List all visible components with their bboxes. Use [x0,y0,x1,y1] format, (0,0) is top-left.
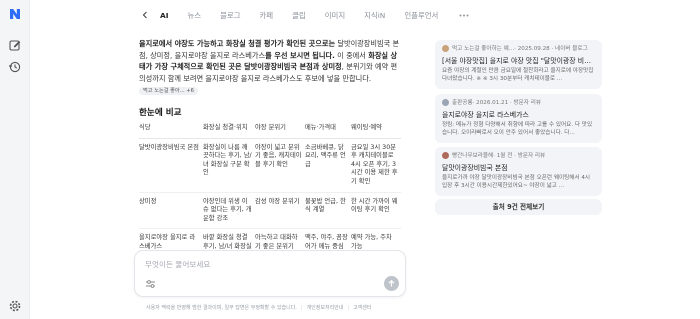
table-cell: 야장인데 위생 이슈 없다는 후기, 개운함 강조 [203,192,255,230]
source-author: 출판공룡 [452,100,473,106]
tab-image[interactable]: 이미지 [325,10,345,21]
options-sliders-icon[interactable] [145,279,156,289]
privacy-link[interactable]: 개인정보처리안내 [307,305,344,311]
source-meta: 빵간나무보라블해 · 1월 전 · 방문자 리뷰 [442,151,595,159]
table-cell: 한 시간 가까이 웨이팅 후기 확인 [351,192,401,230]
view-all-sources-button[interactable]: 출처 9건 전체보기 [435,199,602,215]
divider: | [300,305,303,311]
table-cell: 불꽃밥 언급, 한식 계열 [305,192,351,230]
source-meta: 먹고 노는걸 좋아하는 예... · 2025.09.28 · 네이버 블로그 [442,44,595,52]
source-title[interactable]: 을지로야장 을지로 라스베가스 [442,109,595,119]
question-composer[interactable]: 무엇이든 물어보세요 [134,250,406,297]
table-row: 달밧이광장비빔국 본점 화장실이 나름 깨끗하다는 후기, 남/녀 화장실 구분… [139,138,401,193]
source-author: 먹고 노는걸 좋아하는 예... [452,46,515,52]
column-header: 웨이팅·예약 [351,121,401,139]
history-icon[interactable] [8,60,22,74]
table-cell: 소금바베큐, 닭요리, 맥주류 언급 [305,138,351,193]
back-arrow-icon[interactable] [138,8,152,22]
source-card[interactable]: 출판공룡 · 2026.01.21 · 방문자 리뷰 을지로야장 을지로 라스베… [435,94,602,143]
left-rail [0,0,30,319]
source-avatar [442,44,449,52]
support-link[interactable]: 고객센터 [353,305,371,311]
source-date: · 1월 전 · 방문자 리뷰 [493,153,546,159]
source-avatar [442,98,449,106]
new-chat-icon[interactable] [8,38,22,52]
source-avatar [442,151,449,159]
source-snippet: 요즘 야장의 계절인 만큼 금요일에 절찬회라고 을지로에 야장맛집 다녀왔습니… [442,68,594,82]
answer-text-2: 이 중에서 [334,50,369,60]
answer-highlight-2: 를 우선 보시면 됩니다. [265,50,335,60]
source-card[interactable]: 빵간나무보라블해 · 1월 전 · 방문자 리뷰 달맛이광장비빔국 본점 을지로… [435,147,602,196]
send-button[interactable] [384,276,399,291]
tab-cafe[interactable]: 카페 [260,10,274,21]
tab-blog[interactable]: 블로그 [220,10,240,21]
tab-kin[interactable]: 지식iN [364,10,385,21]
arrow-up-icon [388,279,395,287]
ai-answer-summary: 을지로에서 야장도 가능하고 화장실 청결 평가가 확인된 곳으로는 달밧이광장… [139,38,401,96]
table-cell: 화장실이 나름 깨끗하다는 후기, 남/녀 화장실 구분 확인 [203,138,255,193]
column-header: 식당 [139,121,203,139]
tab-ai[interactable]: AI [160,11,168,20]
source-date: · 2025.09.28 · 네이버 블로그 [514,46,588,52]
table-cell: 감성 야장 분위기 [255,192,305,230]
citation-chip[interactable]: 먹고 노는걸 좋아... +6 [139,87,198,96]
column-header: 화장실 청결·위치 [203,121,255,139]
question-input[interactable]: 무엇이든 물어보세요 [145,259,210,270]
source-card[interactable]: 먹고 노는걸 좋아하는 예... · 2025.09.28 · 네이버 블로그 … [435,40,602,89]
source-title[interactable]: 달맛이광장비빔국 본점 [442,162,595,172]
column-header: 메뉴·가격대 [305,121,351,139]
comparison-table: 식당 화장실 청결·위치 야장 분위기 메뉴·가격대 웨이팅·예약 달밧이광장비… [139,121,401,265]
disclaimer-text: 사용자 맥락을 반영해 범한 결과이며, 일부 답변은 부정확할 수 있습니다. [146,305,297,311]
table-row: 상미정 야장인데 위생 이슈 없다는 후기, 개운함 강조 감성 야장 분위기 … [139,192,401,230]
tab-clip[interactable]: 클립 [292,10,306,21]
settings-gear-icon[interactable] [8,299,22,313]
more-tabs-icon[interactable] [457,10,471,20]
table-header-row: 식당 화장실 청결·위치 야장 분위기 메뉴·가격대 웨이팅·예약 [139,121,401,139]
table-cell: 상미정 [139,192,203,230]
source-date: · 2026.01.21 · 방문자 리뷰 [472,100,542,106]
tab-news[interactable]: 뉴스 [187,10,201,21]
source-snippet: 정림: 메뉴가 정형 다양해서 취향에 따라 고를 수 있어요. 다 맛있습니다… [442,122,593,136]
source-title[interactable]: [서울 야장맛집] 을지로 야장 맛집 "달맛이광장 비빔국... [442,55,595,65]
divider: | [347,305,350,311]
table-cell: 달밧이광장비빔국 본점 [139,138,203,193]
footer-disclaimer: 사용자 맥락을 반영해 범한 결과이며, 일부 답변은 부정확할 수 있습니다.… [146,304,375,311]
column-header: 야장 분위기 [255,121,305,139]
comparison-heading: 한눈에 비교 [139,108,182,118]
source-meta: 출판공룡 · 2026.01.21 · 방문자 리뷰 [442,98,595,106]
naver-logo-icon[interactable] [9,8,21,20]
tab-influencer[interactable]: 인플루언서 [404,10,438,21]
table-cell: 금요일 3시 30분 후 캐치테이블로 4시 오픈 후기, 3시간 이용 제한 … [351,138,401,193]
answer-highlight-1: 을지로에서 야장도 가능하고 화장실 청결 평가가 확인된 곳으로는 [139,39,336,48]
source-snippet: 을지로가까 야장 달맛이광장비빔국 본점 오픈런 웨이팅해서 4시 입장 후 3… [442,175,591,189]
source-author: 빵간나무보라블해 [452,153,494,159]
search-tab-bar: AI 뉴스 블로그 카페 클립 이미지 지식iN 인플루언서 [138,6,471,24]
table-cell: 야장이 넓고 분위기 좋음, 캐치테이블 후기 확인 [255,138,305,193]
